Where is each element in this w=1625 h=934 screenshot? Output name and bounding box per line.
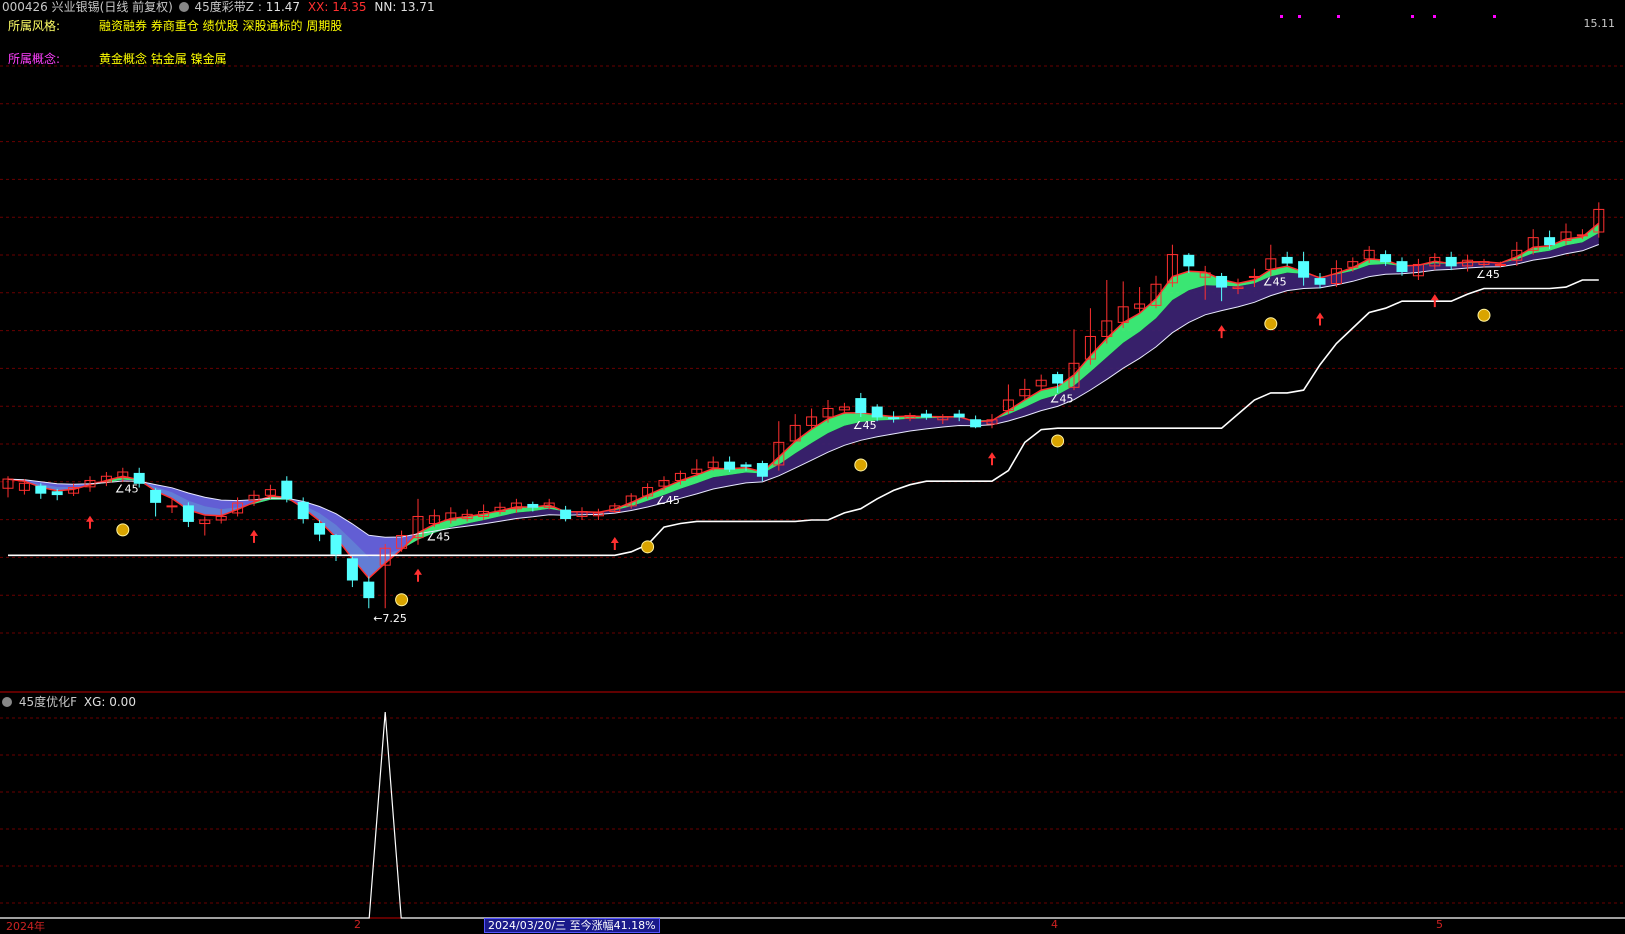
candle-body [560,509,572,520]
candle-body [1052,374,1064,384]
ribbon-slow-line [7,244,1599,538]
candle-body [953,413,965,418]
angle-label: ∠45 [115,482,139,495]
money-bag-icon [116,523,130,537]
candle-body [1380,254,1392,263]
signal-dot [1337,15,1340,18]
candle-body [330,535,342,555]
candle-body [527,503,539,508]
xg-value: 0.00 [109,695,136,709]
angle-label: ∠45 [656,494,680,507]
low-price-marker: ←7.25 [373,612,407,625]
buy-arrow-icon [988,452,996,466]
style-text: 融资融券 券商重仓 绩优股 深股通标的 周期股 [99,19,343,33]
xg-label: XG: [83,695,106,709]
signal-dot [1298,15,1301,18]
lower-indicator-name: 45度优化F [18,695,78,709]
chart-svg: ∠45 ∠45 ∠45 ∠45 ∠45 ∠45 ∠45 ←7.25 [0,15,1625,919]
candle-body [1248,275,1260,278]
buy-arrow-icon [414,568,422,582]
signal-dot [1433,15,1436,18]
angle-label: ∠45 [853,419,877,432]
candle-body [1281,256,1293,264]
candle-body [1314,278,1326,285]
stock-name: 兴业银锡 [51,0,100,14]
candle-body [1445,256,1457,267]
candle-body [855,398,867,414]
ribbon-dip-band [8,244,1599,579]
candle-body [297,501,309,520]
concept-label: 所属概念: [8,52,61,66]
chevron-down-icon[interactable] [178,2,189,12]
chart-header: 000426 兴业银锡(日线 前复权) 45度彩带Z : 11.47 XX: 1… [2,0,435,14]
candle-body [363,581,375,599]
money-bag-icon [1051,434,1065,448]
candle-body [346,558,358,581]
angle-label: ∠45 [1050,393,1074,406]
xx-label: XX: [307,0,329,14]
xg-signal-line [0,711,1625,919]
money-bag-icon [395,593,409,607]
candle-body [871,406,883,418]
candle-body [51,491,63,496]
candle-body [970,419,982,428]
angle-label: ∠45 [426,530,450,543]
candle-body [1183,254,1195,267]
angle-label: ∠45 [1476,268,1500,281]
money-bag-icon [641,540,655,554]
footer-month-5: 5 [1436,918,1443,931]
xx-value: 14.35 [332,0,367,14]
nn-value: 13.71 [400,0,435,14]
concept-text: 黄金概念 钴金属 镍金属 [99,52,227,66]
candle-body [724,461,736,470]
z-value: 11.47 [265,0,301,14]
support-line [8,279,1599,557]
indicator-name: 45度彩带Z [194,0,255,14]
chevron-down-icon[interactable] [2,697,12,707]
stock-code: 000426 [2,0,48,14]
footer-month-2: 2 [354,918,361,931]
buy-arrow-icon [1217,325,1226,339]
candle-body [150,489,162,503]
candle-body [888,417,900,420]
angle-label: ∠45 [1263,275,1287,288]
candle-body [1576,234,1588,237]
candle-body [1298,261,1310,278]
candle-body [1216,275,1228,288]
candle-body [182,505,194,522]
candle-body [35,485,47,494]
candle-body [281,480,293,500]
candle-body [740,464,752,467]
money-bag-icon [854,458,868,472]
period-label: (日线 前复权) [99,0,173,14]
footer-year: 2024年 [6,920,45,933]
candle-body [166,505,178,508]
money-bag-icon [1264,317,1278,331]
buy-arrow-icon [250,529,258,543]
lower-panel-header: 45度优化F XG: 0.00 [2,695,136,709]
candle-body [756,463,768,477]
candle-body [314,523,326,535]
candle-body [1544,237,1556,246]
nn-label: NN: [374,0,397,14]
money-bag-icon [1477,308,1491,322]
chart-stage: ∠45 ∠45 ∠45 ∠45 ∠45 ∠45 ∠45 ←7.25 000426 兴业银锡(日… [0,0,1625,933]
buy-arrow-icon [610,536,619,550]
candle-body [1494,263,1506,266]
price-top-label: 15.11 [1583,17,1616,30]
style-label: 所属风格: [8,19,61,33]
footer-month-4: 4 [1051,918,1058,931]
candle-body [920,413,932,418]
buy-arrow-icon [86,515,94,529]
buy-arrow-icon [1316,312,1324,326]
candle-body [1396,261,1408,273]
signal-dot [1493,15,1496,18]
signal-dot [1411,15,1414,18]
ribbon-slow-band [8,233,1599,557]
signal-dot [1280,15,1283,18]
